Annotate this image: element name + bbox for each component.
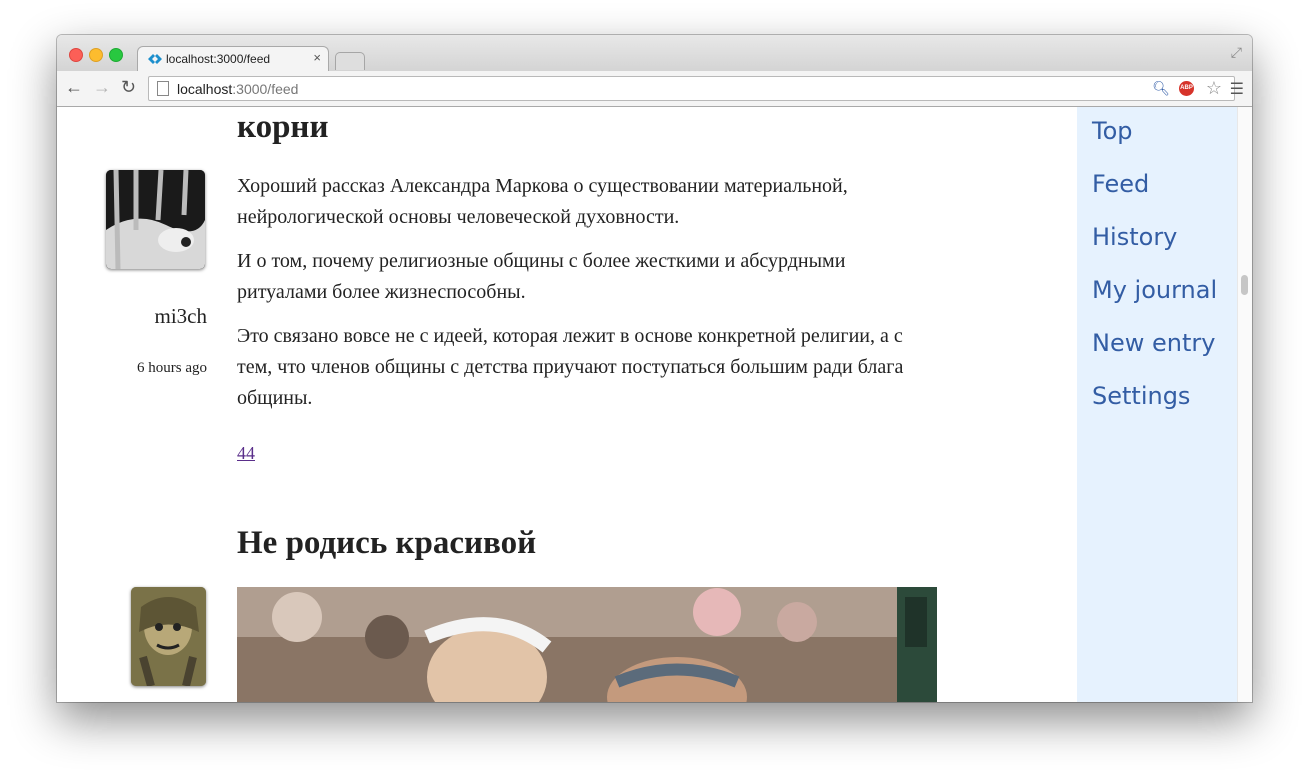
- tab-feed[interactable]: localhost:3000/feed ×: [137, 46, 329, 72]
- post-time: 6 hours ago: [137, 360, 207, 376]
- post-paragraph: И о том, почему религиозные общины с бол…: [237, 250, 846, 303]
- reload-button[interactable]: ↻: [121, 77, 136, 98]
- tab-title: localhost:3000/feed: [166, 52, 271, 66]
- post-title: Не родись красивой: [237, 525, 537, 561]
- comments-link[interactable]: 44: [237, 443, 255, 464]
- title-bar: localhost:3000/feed × ⤢: [57, 35, 1252, 72]
- new-tab-button[interactable]: [335, 52, 365, 70]
- adblock-icon[interactable]: ABP: [1179, 81, 1194, 96]
- sidebar-item-my-journal[interactable]: My journal: [1092, 276, 1217, 304]
- sidebar-item-new-entry[interactable]: New entry: [1092, 329, 1215, 357]
- author-avatar[interactable]: [131, 587, 206, 686]
- sidebar-item-feed[interactable]: Feed: [1092, 170, 1149, 198]
- close-window-button[interactable]: [69, 48, 83, 62]
- forward-button[interactable]: →: [93, 77, 111, 98]
- sidebar-item-settings[interactable]: Settings: [1092, 382, 1190, 410]
- post-title: корни: [237, 109, 329, 145]
- post-body: Хороший рассказ Александра Маркова о сущ…: [237, 171, 927, 427]
- bookmark-star-icon[interactable]: ☆: [1206, 78, 1222, 99]
- post-image: [237, 587, 937, 702]
- author-name[interactable]: mi3ch: [155, 304, 208, 329]
- post-paragraph: Это связано вовсе не с идеей, которая ле…: [237, 325, 904, 409]
- post-paragraph: Хороший рассказ Александра Маркова о сущ…: [237, 175, 848, 228]
- scrollbar-thumb[interactable]: [1241, 275, 1248, 295]
- author-avatar[interactable]: [106, 170, 205, 269]
- address-bar[interactable]: localhost:3000/feed 🔍︎ ABP ☆: [148, 76, 1235, 101]
- search-extension-icon[interactable]: 🔍︎: [1152, 80, 1170, 97]
- browser-window: localhost:3000/feed × ⤢ ← → ↻ localhost:…: [57, 35, 1252, 702]
- back-button[interactable]: ←: [65, 77, 83, 98]
- sidebar-item-top[interactable]: Top: [1092, 117, 1133, 145]
- maximize-window-button[interactable]: [109, 48, 123, 62]
- url-text: localhost:3000/feed: [177, 81, 299, 97]
- sidebar-nav: Top Feed History My journal New entry Se…: [1077, 107, 1237, 702]
- browser-toolbar: ← → ↻ localhost:3000/feed 🔍︎ ABP ☆ ☰: [57, 71, 1252, 107]
- close-tab-icon[interactable]: ×: [313, 50, 321, 65]
- sidebar-item-history[interactable]: History: [1092, 223, 1177, 251]
- minimize-window-button[interactable]: [89, 48, 103, 62]
- fullscreen-icon[interactable]: ⤢: [1231, 44, 1242, 61]
- menu-icon[interactable]: ☰: [1230, 79, 1244, 99]
- site-favicon-icon: [148, 54, 162, 64]
- page-scrollbar[interactable]: [1237, 107, 1252, 702]
- page-content: корни mi3ch 6 hours ago Хороший рассказ …: [57, 107, 1252, 702]
- page-icon: [157, 81, 169, 96]
